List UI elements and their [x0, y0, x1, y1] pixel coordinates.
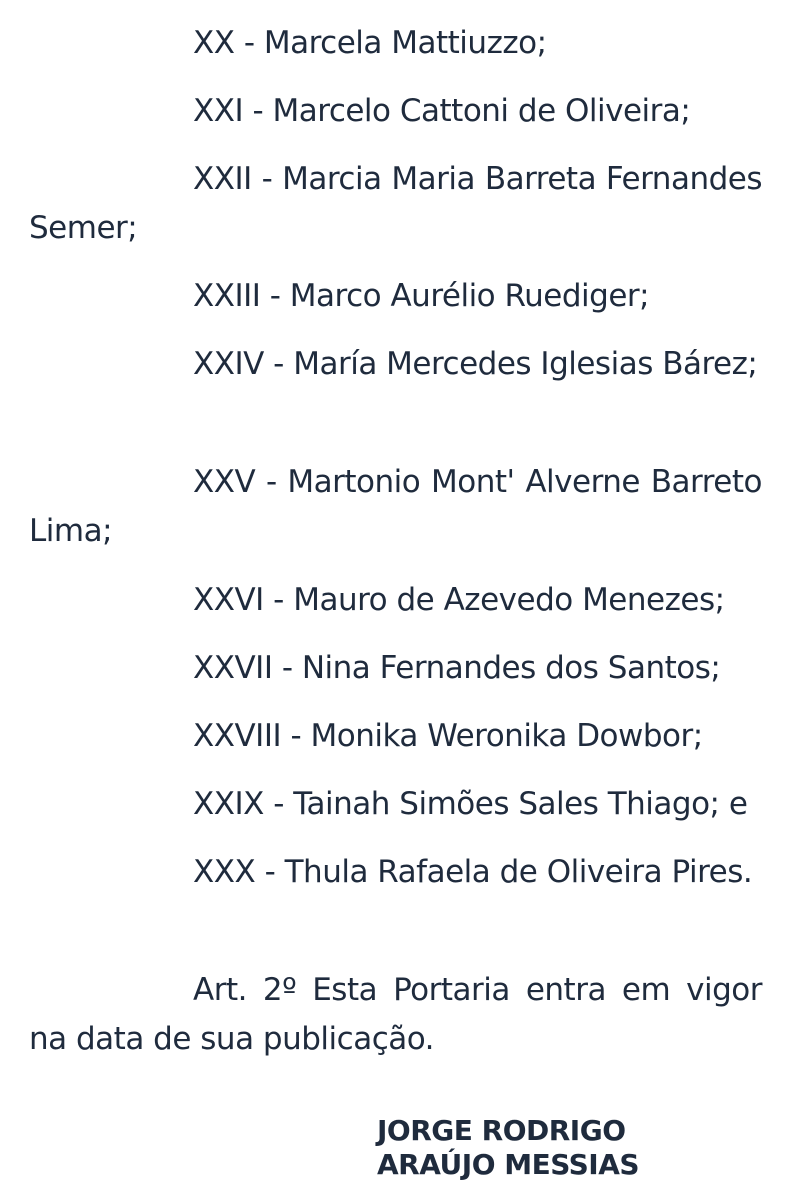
- article-paragraph: Art. 2º Esta Portaria entra em vigor na …: [29, 972, 763, 1057]
- list-item: XXV - Martonio Mont' Alverne Barreto Lim…: [29, 464, 763, 549]
- signature-name-line2: ARAÚJO MESSIAS: [377, 1148, 640, 1181]
- list-item: XX - Marcela Mattiuzzo;: [193, 25, 547, 61]
- list-item: XXIII - Marco Aurélio Ruediger;: [193, 278, 650, 314]
- list-item: XXI - Marcelo Cattoni de Oliveira;: [193, 93, 691, 129]
- list-item: XXIX - Tainah Simões Sales Thiago; e: [193, 786, 748, 822]
- list-item: XXII - Marcia Maria Barreta Fernandes Se…: [29, 161, 763, 246]
- list-item: XXVIII - Monika Weronika Dowbor;: [193, 718, 703, 754]
- list-item: XXIV - María Mercedes Iglesias Bárez;: [193, 346, 758, 382]
- signature-name-line1: JORGE RODRIGO: [377, 1114, 626, 1147]
- list-item: XXX - Thula Rafaela de Oliveira Pires.: [193, 854, 753, 890]
- list-item: XXVI - Mauro de Azevedo Menezes;: [193, 582, 725, 618]
- list-item: XXVII - Nina Fernandes dos Santos;: [193, 650, 721, 686]
- document-page: XX - Marcela Mattiuzzo; XXI - Marcelo Ca…: [29, 0, 763, 1200]
- signature-block: JORGE RODRIGO ARAÚJO MESSIAS: [377, 1114, 640, 1182]
